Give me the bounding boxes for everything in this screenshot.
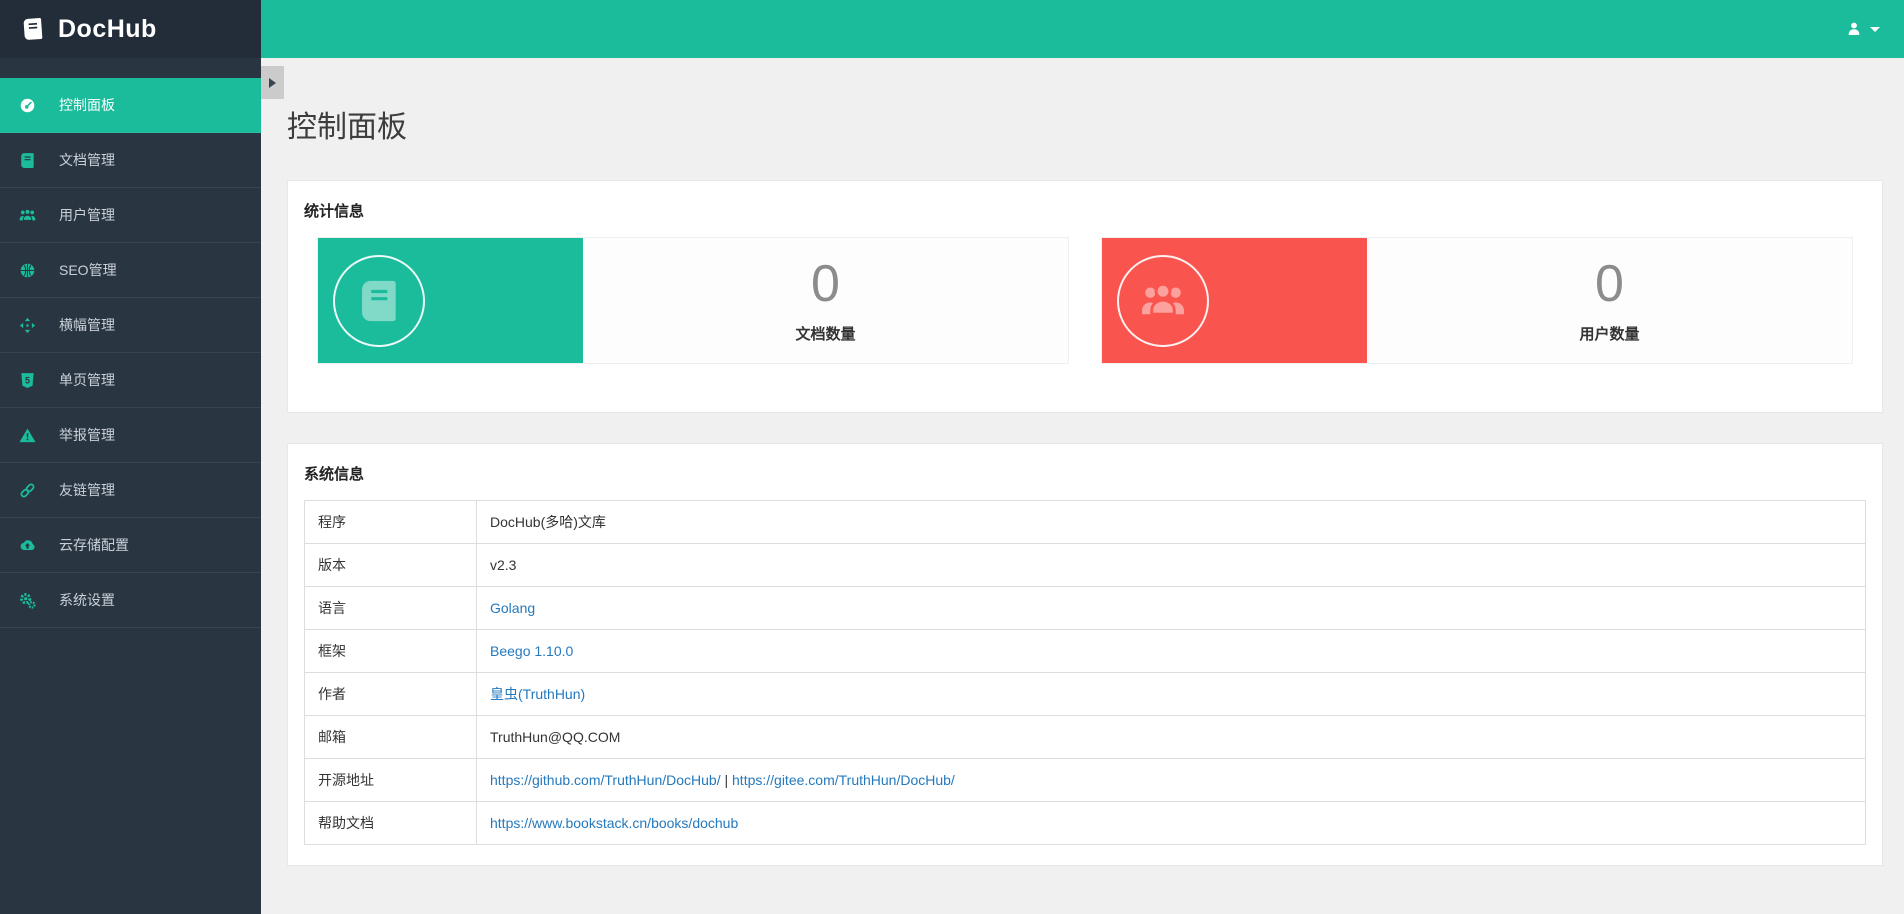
sidebar-item-label: 用户管理 xyxy=(59,207,115,223)
row-label: 框架 xyxy=(304,629,477,673)
sidebar-item-friend-links[interactable]: 友链管理 xyxy=(0,463,261,518)
sidebar-item-pages[interactable]: 5 单页管理 xyxy=(0,353,261,408)
move-arrows-icon xyxy=(19,317,36,334)
sidebar-item-banners[interactable]: 横幅管理 xyxy=(0,298,261,353)
stat-card-documents: 0 文档数量 xyxy=(317,237,1069,364)
stats-panel-title: 统计信息 xyxy=(304,203,365,220)
sidebar-item-cloud-storage[interactable]: 云存储配置 xyxy=(0,518,261,573)
external-link[interactable]: Beego 1.10.0 xyxy=(490,643,573,659)
row-value: v2.3 xyxy=(476,543,1866,587)
app-logo[interactable]: DocHub xyxy=(0,0,261,58)
link-icon xyxy=(19,482,36,499)
stats-panel-body: 0 文档数量 0 用户数量 xyxy=(288,223,1882,412)
external-link[interactable]: https://github.com/TruthHun/DocHub/ xyxy=(490,772,721,788)
table-row: 邮箱 TruthHun@QQ.COM xyxy=(304,715,1866,759)
stat-color-block xyxy=(1102,238,1367,363)
sidebar-item-seo[interactable]: SEO管理 xyxy=(0,243,261,298)
sidebar-item-label: SEO管理 xyxy=(59,262,117,278)
external-link[interactable]: 皇虫(TruthHun) xyxy=(490,686,585,702)
user-menu[interactable] xyxy=(1846,0,1880,58)
gears-icon xyxy=(19,592,36,609)
external-link[interactable]: https://gitee.com/TruthHun/DocHub/ xyxy=(732,772,955,788)
table-row: 程序 DocHub(多哈)文库 xyxy=(304,500,1866,544)
table-row: 开源地址 https://github.com/TruthHun/DocHub/… xyxy=(304,758,1866,802)
sidebar-item-label: 云存储配置 xyxy=(59,537,129,553)
users-icon xyxy=(1140,278,1186,324)
sidebar-menu: 控制面板 文档管理 用户管理 SEO管理 横幅管理 5 单页管理 举报管理 友链… xyxy=(0,78,261,628)
sidebar-item-reports[interactable]: 举报管理 xyxy=(0,408,261,463)
warning-icon xyxy=(19,427,36,444)
table-row: 版本 v2.3 xyxy=(304,543,1866,587)
book-icon xyxy=(19,152,36,169)
table-row: 语言 Golang xyxy=(304,586,1866,630)
system-info-table: 程序 DocHub(多哈)文库 版本 v2.3 语言 Golang 框架 Bee… xyxy=(304,500,1866,845)
topbar xyxy=(261,0,1904,58)
sidebar-item-label: 系统设置 xyxy=(59,592,115,608)
sidebar-collapse-button[interactable] xyxy=(261,66,284,99)
book-icon xyxy=(356,278,402,324)
external-link[interactable]: https://www.bookstack.cn/books/dochub xyxy=(490,815,738,831)
link-separator: | xyxy=(720,772,733,788)
row-label: 邮箱 xyxy=(304,715,477,759)
table-row: 框架 Beego 1.10.0 xyxy=(304,629,1866,673)
row-label: 版本 xyxy=(304,543,477,587)
cloud-upload-icon xyxy=(19,537,36,554)
system-panel-body: 程序 DocHub(多哈)文库 版本 v2.3 语言 Golang 框架 Bee… xyxy=(288,486,1882,865)
sidebar-item-label: 举报管理 xyxy=(59,427,115,443)
sidebar: DocHub 控制面板 文档管理 用户管理 SEO管理 横幅管理 5 单页管理 … xyxy=(0,0,261,914)
row-value: 皇虫(TruthHun) xyxy=(476,672,1866,716)
book-logo-icon xyxy=(20,16,46,42)
caret-down-icon xyxy=(1870,26,1880,32)
sidebar-item-label: 文档管理 xyxy=(59,152,115,168)
system-panel: 系统信息 程序 DocHub(多哈)文库 版本 v2.3 语言 Golang 框… xyxy=(287,443,1883,866)
stat-card-users: 0 用户数量 xyxy=(1101,237,1853,364)
row-value: Beego 1.10.0 xyxy=(476,629,1866,673)
row-label: 开源地址 xyxy=(304,758,477,802)
main-content: 控制面板 统计信息 0 文档数量 0 用户数量 系统信息 程序 DocHub(多 xyxy=(261,58,1904,914)
stat-label: 用户数量 xyxy=(1579,325,1640,343)
users-icon xyxy=(19,207,36,224)
page-title: 控制面板 xyxy=(287,111,407,144)
stat-value: 0 xyxy=(1595,255,1624,314)
row-label: 语言 xyxy=(304,586,477,630)
caret-right-icon xyxy=(269,77,276,88)
stat-value: 0 xyxy=(811,255,840,314)
sidebar-item-dashboard[interactable]: 控制面板 xyxy=(0,78,261,133)
globe-icon xyxy=(19,262,36,279)
sidebar-item-users[interactable]: 用户管理 xyxy=(0,188,261,243)
stat-ellipse xyxy=(333,254,425,347)
sidebar-item-settings[interactable]: 系统设置 xyxy=(0,573,261,628)
stat-color-block xyxy=(318,238,583,363)
row-value: https://www.bookstack.cn/books/dochub xyxy=(476,801,1866,845)
external-link[interactable]: Golang xyxy=(490,600,535,616)
sidebar-item-label: 横幅管理 xyxy=(59,317,115,333)
sidebar-item-label: 控制面板 xyxy=(59,97,115,113)
stats-panel: 统计信息 0 文档数量 0 用户数量 xyxy=(287,180,1883,413)
row-value: https://github.com/TruthHun/DocHub/ | ht… xyxy=(476,758,1866,802)
row-label: 帮助文档 xyxy=(304,801,477,845)
sidebar-item-documents[interactable]: 文档管理 xyxy=(0,133,261,188)
row-label: 程序 xyxy=(304,500,477,544)
sidebar-item-label: 友链管理 xyxy=(59,482,115,498)
row-value: Golang xyxy=(476,586,1866,630)
stat-label: 文档数量 xyxy=(795,325,856,343)
html5-icon: 5 xyxy=(19,372,36,389)
row-value: DocHub(多哈)文库 xyxy=(476,500,1866,544)
logo-text: DocHub xyxy=(58,14,157,43)
sidebar-item-label: 单页管理 xyxy=(59,372,115,388)
user-icon xyxy=(1846,21,1862,37)
table-row: 帮助文档 https://www.bookstack.cn/books/doch… xyxy=(304,801,1866,845)
system-panel-title: 系统信息 xyxy=(304,466,365,483)
svg-text:5: 5 xyxy=(25,375,30,385)
stat-ellipse xyxy=(1117,254,1209,347)
row-value: TruthHun@QQ.COM xyxy=(476,715,1866,759)
table-row: 作者 皇虫(TruthHun) xyxy=(304,672,1866,716)
row-label: 作者 xyxy=(304,672,477,716)
dashboard-icon xyxy=(19,97,36,114)
